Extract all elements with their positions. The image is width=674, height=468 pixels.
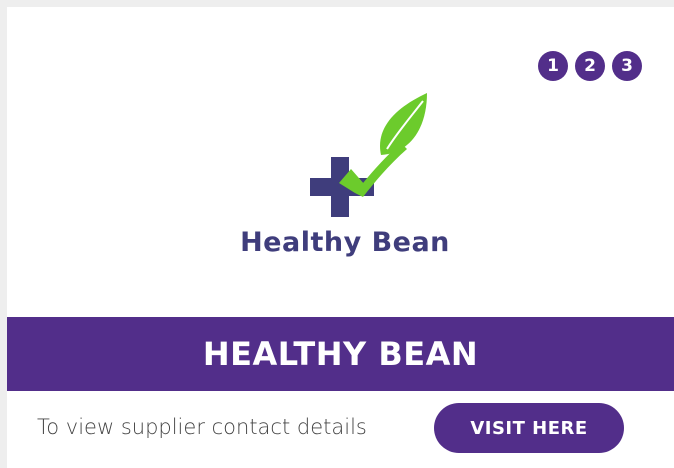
plus-leaf-logo-icon xyxy=(310,93,427,217)
supplier-card: 1 2 3 Healthy Bean HEALTHY BEAN To view … xyxy=(7,7,674,468)
page-1-button[interactable]: 1 xyxy=(538,51,568,81)
supplier-logo: Healthy Bean xyxy=(205,57,485,282)
page-2-button[interactable]: 2 xyxy=(575,51,605,81)
page-3-button[interactable]: 3 xyxy=(612,51,642,81)
logo-wordmark: Healthy Bean xyxy=(240,227,450,258)
supplier-name-banner: HEALTHY BEAN xyxy=(7,317,674,391)
page-indicator: 1 2 3 xyxy=(538,51,642,81)
contact-details-prompt: To view supplier contact details xyxy=(37,415,367,439)
visit-here-button[interactable]: VISIT HERE xyxy=(434,403,624,453)
supplier-name: HEALTHY BEAN xyxy=(202,335,479,373)
